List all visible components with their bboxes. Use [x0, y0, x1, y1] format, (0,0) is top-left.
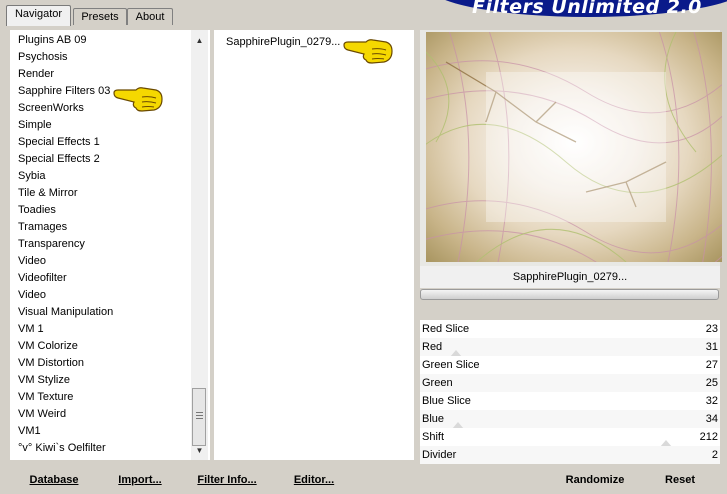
scroll-thumb[interactable] — [192, 388, 206, 446]
tab-about[interactable]: About — [127, 8, 173, 25]
grip-line — [196, 418, 203, 419]
slider-red-slice[interactable]: Red Slice 23 — [420, 320, 720, 338]
list-item[interactable]: Videofilter — [18, 270, 67, 287]
slider-label: Green — [422, 377, 453, 389]
scroll-down-arrow-icon[interactable]: ▼ — [191, 442, 208, 459]
grip-line — [196, 415, 203, 416]
scroll-up-arrow-icon[interactable]: ▲ — [191, 32, 208, 49]
category-list[interactable]: Plugins AB 09 Psychosis Render Sapphire … — [10, 30, 210, 460]
list-item[interactable]: Tramages — [18, 219, 67, 236]
slider-label: Red — [422, 341, 443, 353]
list-item[interactable]: VM1 — [18, 423, 41, 440]
slider-value: 27 — [705, 359, 718, 371]
slider-label: Blue Slice — [422, 395, 471, 407]
list-item[interactable]: Special Effects 1 — [18, 134, 100, 151]
editor-button[interactable]: Editor... — [288, 470, 340, 490]
list-item-selected[interactable]: SapphirePlugin_0279... — [226, 34, 340, 51]
list-item[interactable]: Transparency — [18, 236, 85, 253]
grip-line — [196, 412, 203, 413]
list-item[interactable]: ScreenWorks — [18, 100, 84, 117]
slider-shift[interactable]: Shift 212 — [420, 428, 720, 447]
list-item[interactable]: VM 1 — [18, 321, 44, 338]
list-item[interactable]: °v° Kiwi`s Oelfilter — [18, 440, 106, 457]
import-button[interactable]: Import... — [112, 470, 168, 490]
slider-green[interactable]: Green 25 — [420, 374, 720, 392]
slider-label: Shift — [422, 431, 445, 443]
randomize-button[interactable]: Randomize — [558, 470, 632, 490]
list-item[interactable]: VM Distortion — [18, 355, 84, 372]
slider-label: Blue — [422, 413, 445, 425]
slider-value: 31 — [705, 341, 718, 353]
slider-value: 212 — [699, 431, 718, 443]
tab-presets[interactable]: Presets — [73, 8, 127, 25]
progress-bar — [420, 289, 719, 300]
slider-value: 25 — [705, 377, 718, 389]
list-item[interactable]: Psychosis — [18, 49, 68, 66]
filter-info-button[interactable]: Filter Info... — [192, 470, 262, 490]
preview-texture — [426, 32, 722, 262]
slider-label: Red Slice — [422, 323, 470, 335]
pointing-hand-icon — [343, 39, 393, 64]
slider-value: 2 — [711, 449, 718, 461]
list-item[interactable]: Sybia — [18, 168, 46, 185]
slider-value: 34 — [705, 413, 718, 425]
database-button[interactable]: Database — [24, 470, 84, 490]
preview-image[interactable] — [426, 32, 722, 262]
preview-filter-name: SapphirePlugin_0279... — [420, 266, 720, 288]
list-item[interactable]: Video — [18, 253, 46, 270]
list-item-selected[interactable]: Sapphire Filters 03 — [18, 83, 110, 100]
list-item[interactable]: VM Texture — [18, 389, 73, 406]
app-title: Filters Unlimited 2.0 — [472, 0, 702, 18]
list-item[interactable]: Visual Manipulation — [18, 304, 113, 321]
category-scrollbar[interactable]: ▲ ▼ — [191, 30, 208, 460]
filter-list[interactable]: SapphirePlugin_0279... — [214, 30, 414, 460]
slider-label: Green Slice — [422, 359, 480, 371]
list-item[interactable]: Special Effects 2 — [18, 151, 100, 168]
slider-value: 23 — [705, 323, 718, 335]
slider-divider[interactable]: Divider 2 — [420, 446, 720, 464]
list-item[interactable]: VM Stylize — [18, 372, 70, 389]
list-item[interactable]: Toadies — [18, 202, 56, 219]
pointing-hand-icon — [113, 87, 163, 112]
list-item[interactable]: Render — [18, 66, 54, 83]
list-item[interactable]: Video — [18, 287, 46, 304]
list-item[interactable]: Simple — [18, 117, 52, 134]
tab-navigator[interactable]: Navigator — [6, 5, 71, 26]
list-item[interactable]: Tile & Mirror — [18, 185, 77, 202]
slider-blue-slice[interactable]: Blue Slice 32 — [420, 392, 720, 410]
reset-button[interactable]: Reset — [656, 470, 704, 490]
slider-value: 32 — [705, 395, 718, 407]
slider-green-slice[interactable]: Green Slice 27 — [420, 356, 720, 374]
list-item[interactable]: VM Colorize — [18, 338, 78, 355]
slider-blue[interactable]: Blue 34 — [420, 410, 720, 429]
slider-red[interactable]: Red 31 — [420, 338, 720, 357]
list-item[interactable]: VM Weird — [18, 406, 66, 423]
list-item[interactable]: Plugins AB 09 — [18, 32, 87, 49]
slider-label: Divider — [422, 449, 457, 461]
